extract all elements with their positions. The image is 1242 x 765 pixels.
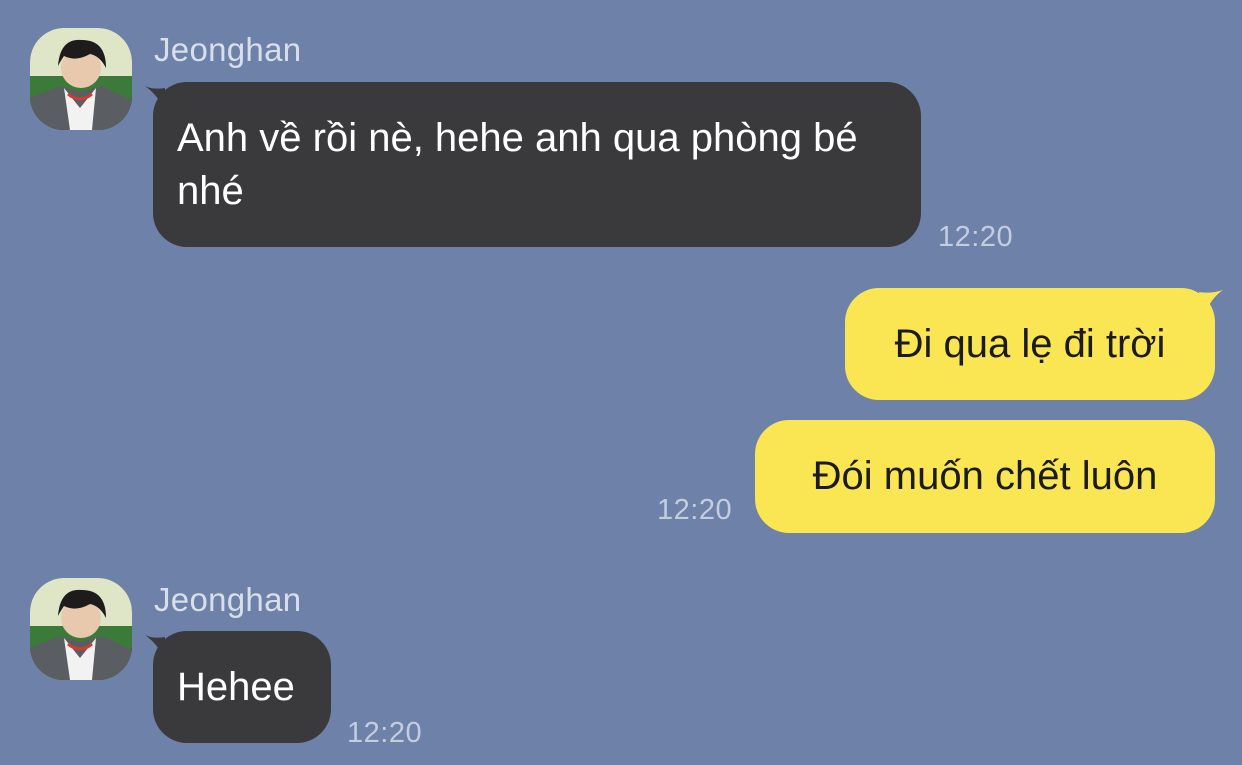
message-timestamp: 12:20 bbox=[938, 221, 1014, 253]
bubble-tail bbox=[1199, 290, 1223, 314]
message-text: Anh về rồi nè, hehe anh qua phòng bé nhé bbox=[177, 115, 858, 213]
message-text: Đói muốn chết luôn bbox=[812, 454, 1158, 498]
message-text: Hehee bbox=[177, 664, 295, 709]
avatar-photo-icon bbox=[30, 28, 132, 130]
message-timestamp: 12:20 bbox=[347, 717, 423, 749]
outgoing-message-bubble[interactable]: Đói muốn chết luôn bbox=[755, 420, 1215, 533]
message-timestamp: 12:20 bbox=[657, 494, 733, 526]
sender-name: Jeonghan bbox=[154, 581, 302, 618]
profile-photo-avatar[interactable] bbox=[30, 28, 132, 130]
sender-name: Jeonghan bbox=[154, 31, 302, 68]
outgoing-message-bubble[interactable]: Đi qua lẹ đi trời bbox=[845, 288, 1215, 400]
avatar-photo-icon bbox=[30, 578, 132, 680]
profile-photo-avatar[interactable] bbox=[30, 578, 132, 680]
message-text: Đi qua lẹ đi trời bbox=[894, 321, 1166, 366]
incoming-message-bubble[interactable]: Anh về rồi nè, hehe anh qua phòng bé nhé bbox=[153, 82, 921, 247]
chat-room[interactable]: Jeonghan Anh về rồi nè, hehe anh qua phò… bbox=[0, 0, 1242, 765]
incoming-message-bubble[interactable]: Hehee bbox=[153, 631, 331, 743]
